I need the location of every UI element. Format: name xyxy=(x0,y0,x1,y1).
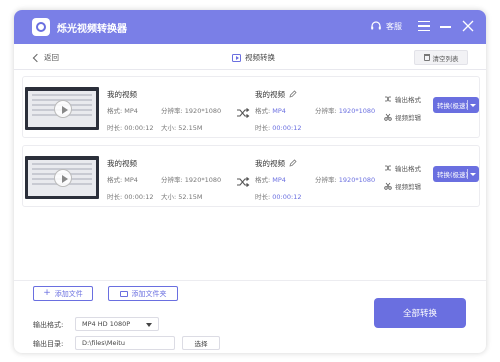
output-file-name: 我的视频 xyxy=(255,159,285,168)
app-logo xyxy=(32,18,50,36)
output-resolution: 分辨率: 1920*1080 xyxy=(315,107,376,115)
output-format: 格式: MP4 xyxy=(255,176,286,184)
app-title: 烁光视频转换器 xyxy=(57,24,127,35)
dropdown-icon[interactable] xyxy=(470,103,476,107)
pencil-icon[interactable] xyxy=(289,90,297,98)
input-file-name: 我的视频 xyxy=(107,159,137,168)
file-card: 我的视频 格式: MP4 分辨率: 1920*1080 时长: 00:00:12… xyxy=(22,145,480,207)
convert-button[interactable]: 转换(极速) xyxy=(433,166,479,182)
add-folder-label: 添加文件夹 xyxy=(131,289,167,298)
output-format-option-label: 输出格式 xyxy=(395,165,421,173)
customer-service-button[interactable]: 客服 xyxy=(370,20,402,32)
sub-toolbar: 返回 视频转换 清空列表 xyxy=(14,44,486,70)
output-format-option[interactable]: 输出格式 xyxy=(384,94,421,104)
title-bar: 烁光视频转换器 客服 xyxy=(14,10,486,44)
input-duration: 时长: 00:00:12 xyxy=(107,124,154,132)
output-format-option-label: 输出格式 xyxy=(395,96,421,104)
plus-icon: + xyxy=(43,288,51,298)
shuffle-icon xyxy=(237,108,250,118)
convert-label: 转换(极速) xyxy=(437,171,469,179)
input-resolution: 分辨率: 1920*1080 xyxy=(161,176,222,184)
folder-icon xyxy=(119,290,128,297)
dropdown-icon[interactable] xyxy=(470,172,476,176)
output-format-value: MP4 HD 1080P xyxy=(82,320,131,328)
input-format: 格式: MP4 xyxy=(107,107,138,115)
app-window: 烁光视频转换器 客服 返回 视频转换 清空列表 我的视频 格式: MP4 分辨率 xyxy=(14,10,486,353)
scissors-icon xyxy=(384,113,392,121)
input-duration: 时长: 00:00:12 xyxy=(107,193,154,201)
input-size: 大小: 52.15M xyxy=(161,124,203,132)
shuffle-icon xyxy=(237,177,250,187)
back-button[interactable]: 返回 xyxy=(32,52,59,63)
output-format: 格式: MP4 xyxy=(255,107,286,115)
back-label: 返回 xyxy=(44,53,59,62)
dropdown-icon xyxy=(146,323,152,327)
output-duration: 时长: 00:00:12 xyxy=(255,193,302,201)
output-format-label: 输出格式: xyxy=(33,321,64,329)
section-title: 视频转换 xyxy=(232,52,275,63)
clear-list-label: 清空列表 xyxy=(432,54,459,63)
pencil-icon[interactable] xyxy=(289,159,297,167)
play-icon[interactable] xyxy=(54,169,72,187)
output-resolution: 分辨率: 1920*1080 xyxy=(315,176,376,184)
video-edit-option[interactable]: 视频剪辑 xyxy=(384,112,421,122)
minimize-icon[interactable] xyxy=(440,26,451,28)
video-edit-option[interactable]: 视频剪辑 xyxy=(384,181,421,191)
output-format-icon xyxy=(385,96,391,102)
headset-icon xyxy=(371,21,381,30)
back-chevron-icon xyxy=(32,53,42,62)
add-file-button[interactable]: + 添加文件 xyxy=(33,286,93,301)
output-dir-value: D:\files\Meitu xyxy=(82,339,125,347)
convert-label: 转换(极速) xyxy=(437,102,469,110)
input-size: 大小: 52.15M xyxy=(161,193,203,201)
input-resolution: 分辨率: 1920*1080 xyxy=(161,107,222,115)
menu-icon[interactable] xyxy=(418,21,430,32)
convert-all-button[interactable]: 全部转换 xyxy=(374,298,466,328)
input-file-name: 我的视频 xyxy=(107,90,137,99)
add-folder-button[interactable]: 添加文件夹 xyxy=(108,286,178,301)
video-edit-option-label: 视频剪辑 xyxy=(395,183,421,191)
section-title-label: 视频转换 xyxy=(245,53,275,62)
video-thumbnail[interactable] xyxy=(25,156,99,199)
trash-icon xyxy=(423,54,430,61)
scissors-icon xyxy=(384,182,392,190)
video-icon xyxy=(232,53,241,62)
video-edit-option-label: 视频剪辑 xyxy=(395,114,421,122)
bottom-panel: + 添加文件 添加文件夹 输出格式: MP4 HD 1080P 输出目录: D:… xyxy=(14,280,486,353)
close-icon[interactable] xyxy=(462,20,474,32)
output-format-option[interactable]: 输出格式 xyxy=(384,163,421,173)
output-duration: 时长: 00:00:12 xyxy=(255,124,302,132)
output-dir-field[interactable]: D:\files\Meitu xyxy=(75,336,175,350)
customer-service-label: 客服 xyxy=(386,21,402,31)
browse-button[interactable]: 选择 xyxy=(182,336,220,350)
add-file-label: 添加文件 xyxy=(54,289,83,298)
clear-list-button[interactable]: 清空列表 xyxy=(414,50,468,65)
output-file-name: 我的视频 xyxy=(255,90,285,99)
output-format-icon xyxy=(385,165,391,171)
output-format-select[interactable]: MP4 HD 1080P xyxy=(75,317,159,331)
convert-button[interactable]: 转换(极速) xyxy=(433,97,479,113)
input-format: 格式: MP4 xyxy=(107,176,138,184)
file-card: 我的视频 格式: MP4 分辨率: 1920*1080 时长: 00:00:12… xyxy=(22,76,480,138)
video-thumbnail[interactable] xyxy=(25,87,99,130)
output-dir-label: 输出目录: xyxy=(33,340,64,348)
play-icon[interactable] xyxy=(54,100,72,118)
